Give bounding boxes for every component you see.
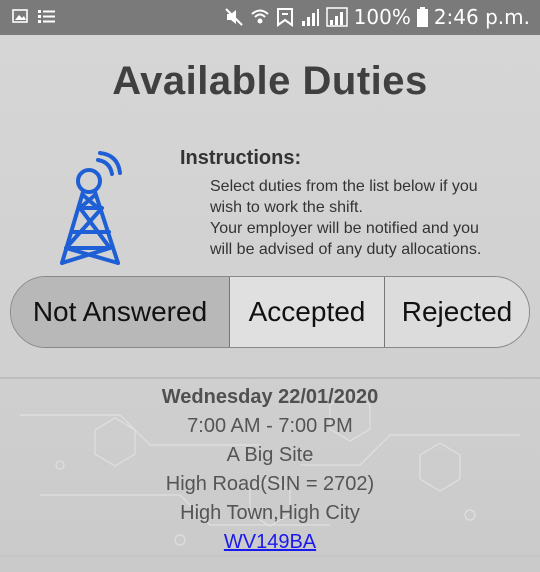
battery-percent: 100% [353,5,411,29]
signal-icon-1 [300,7,320,27]
tab-not-answered[interactable]: Not Answered [11,277,229,347]
duty-address-line2: High Town,High City [180,502,360,524]
duty-time: 7:00 AM - 7:00 PM [187,415,353,437]
instructions-line: will be advised of any duty allocations. [210,241,482,258]
wifi-icon [250,7,270,27]
clock: 2:46 p.m. [433,5,530,29]
tab-rejected[interactable]: Rejected [385,277,529,347]
image-notification-icon [12,8,28,27]
radio-tower-icon [60,151,122,265]
duty-date: Wednesday 22/01/2020 [161,386,379,408]
list-notification-icon [38,8,56,27]
instructions-line: Your employer will be notified and you [210,220,479,237]
main-content: Available Duties Instructions: Select du… [0,35,540,572]
duty-site: A Big Site [226,444,314,466]
divider [0,555,540,557]
instructions-line: Select duties from the list below if you [210,178,478,195]
page-title: Available Duties [112,59,428,103]
instructions-text: Select duties from the list below if you… [210,176,530,260]
duty-address-line1: High Road(SIN = 2702) [165,473,375,495]
divider [0,377,540,379]
duty-list-item[interactable]: Wednesday 22/01/2020 7:00 AM - 7:00 PM A… [0,383,540,557]
signal-icon-2 [325,7,348,27]
duty-reference-link[interactable]: WV149BA [224,531,316,553]
instructions-line: wish to work the shift. [210,199,363,216]
nfc-icon [276,7,294,27]
status-bar: 100% 2:46 p.m. [0,0,540,35]
mute-icon [224,7,244,27]
instructions-heading: Instructions: [180,147,302,169]
tab-accepted[interactable]: Accepted [229,277,385,347]
status-tabs: Not Answered Accepted Rejected [10,276,530,348]
battery-icon [416,7,428,27]
